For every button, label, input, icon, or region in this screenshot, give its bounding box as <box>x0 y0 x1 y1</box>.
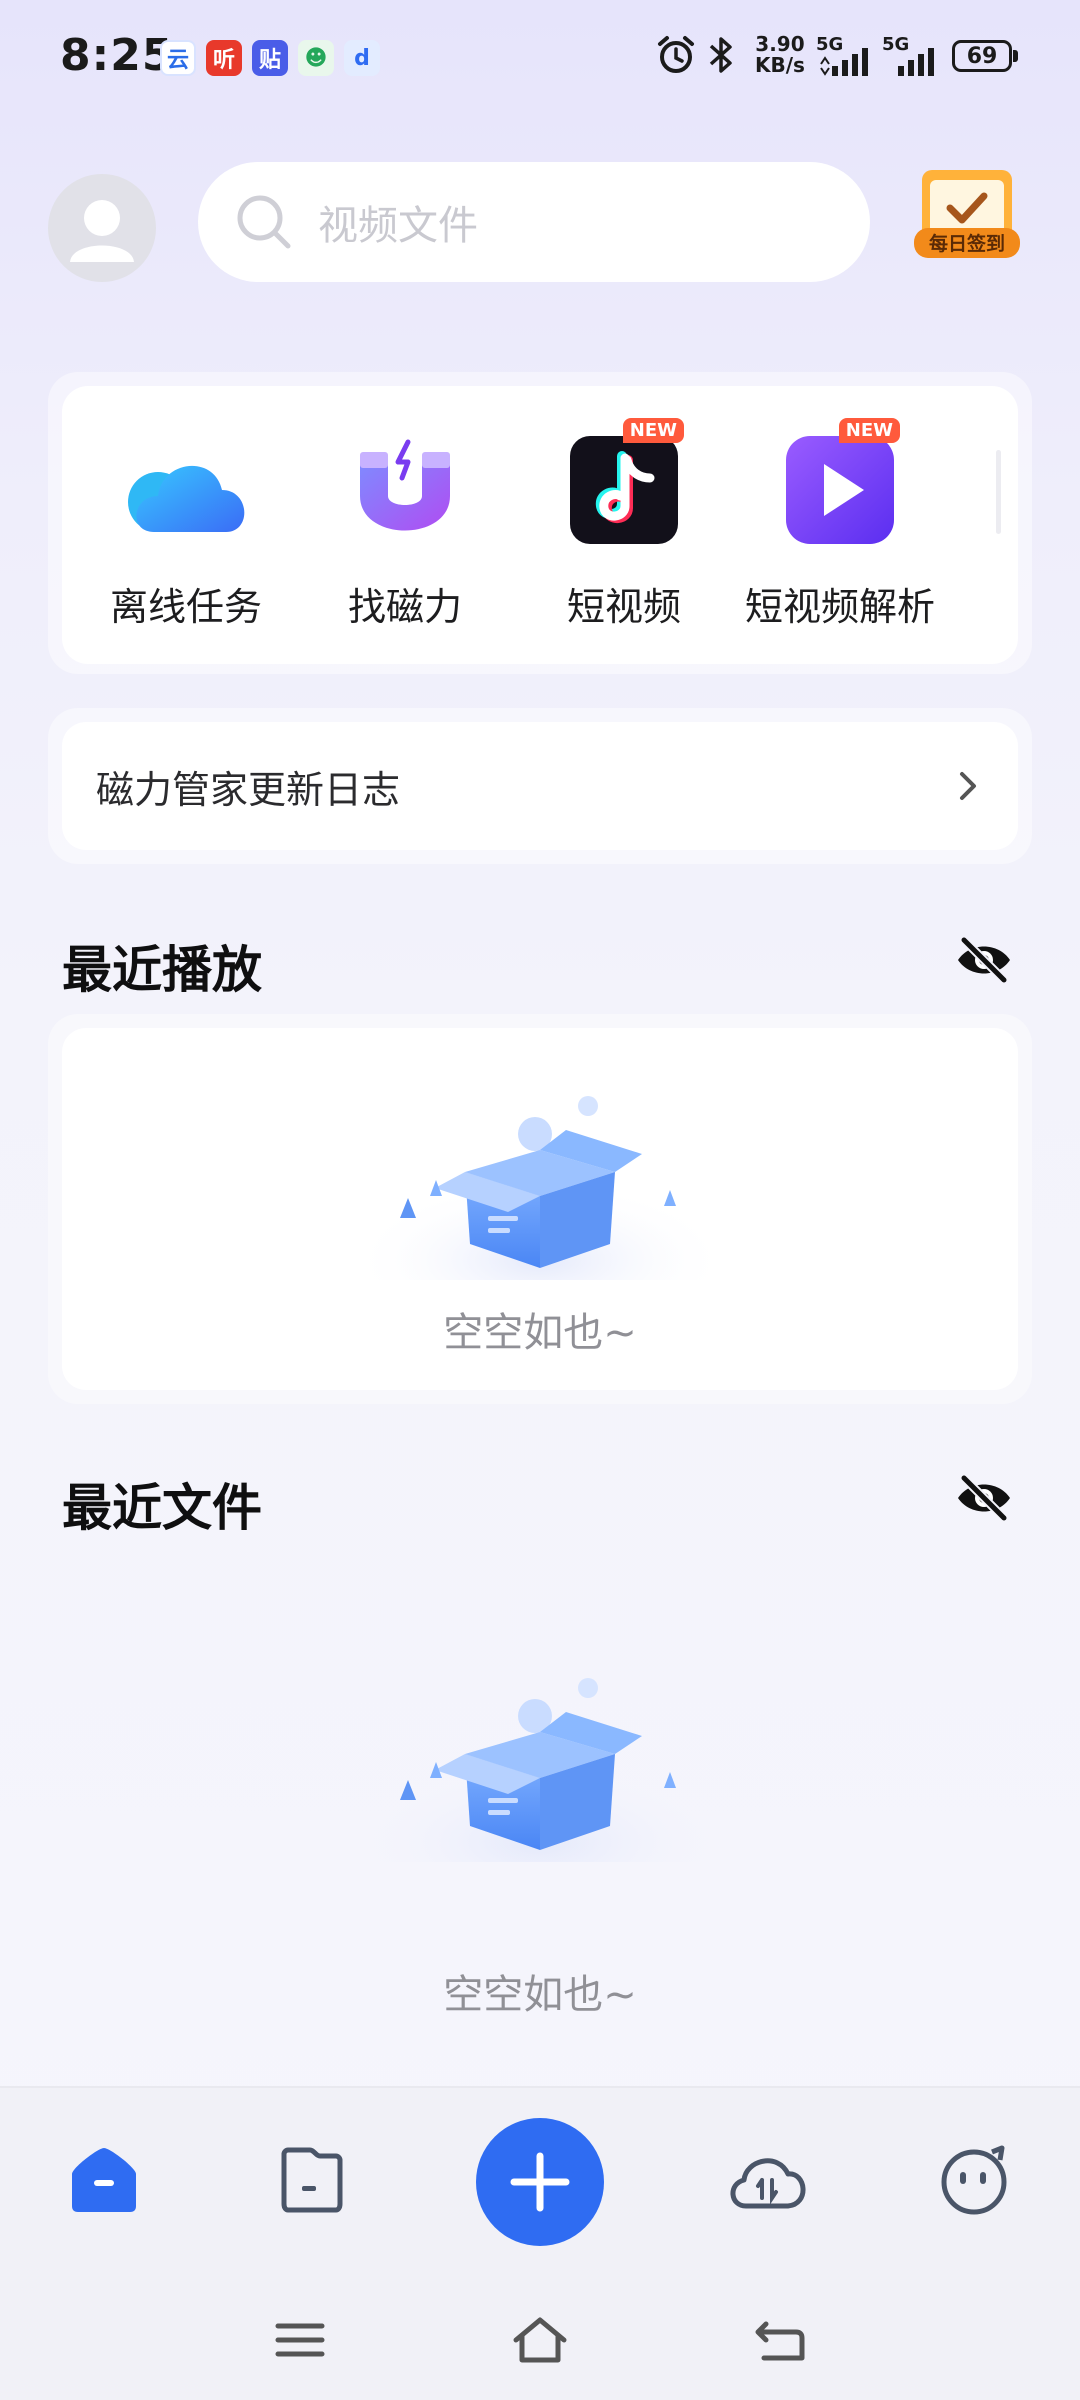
new-badge: NEW <box>622 418 684 443</box>
eye-off-icon[interactable] <box>954 1474 1014 1522</box>
cloud-transfer-icon[interactable] <box>722 2140 812 2220</box>
play-icon <box>786 436 894 544</box>
quick-action-short-video[interactable]: NEW 短视频 <box>524 418 724 631</box>
cloud-app-icon: 云 <box>160 40 196 76</box>
eye-off-icon[interactable] <box>954 936 1014 984</box>
battery-cap <box>1013 50 1018 62</box>
chevron-right-icon <box>960 772 976 800</box>
daily-checkin-button[interactable]: 每日签到 <box>912 166 1022 270</box>
bluetooth-icon <box>709 37 732 73</box>
recent-play-empty-text: 空空如也~ <box>443 1310 637 1356</box>
tieba-app-icon: 贴 <box>252 40 288 76</box>
scroll-indicator <box>996 450 1001 534</box>
back-icon[interactable] <box>750 2310 810 2370</box>
search-placeholder: 视频文件 <box>318 203 478 249</box>
empty-box-illustration <box>350 1096 730 1280</box>
iqiyi-app-icon: d <box>344 40 380 76</box>
files-icon[interactable] <box>272 2140 352 2220</box>
checkin-label: 每日签到 <box>929 232 1005 255</box>
avatar[interactable] <box>48 174 156 282</box>
search-bar[interactable]: 视频文件 <box>198 162 870 282</box>
quick-action-find-magnet[interactable]: 找磁力 <box>305 430 505 631</box>
net-speed: 3.90 KB/s <box>755 32 805 77</box>
home-nav-icon[interactable] <box>510 2310 570 2370</box>
battery-icon: 69 <box>952 40 1012 72</box>
user-icon <box>70 200 134 262</box>
menu-icon[interactable] <box>270 2310 330 2370</box>
search-icon <box>237 195 291 249</box>
profile-icon[interactable] <box>934 2140 1014 2220</box>
update-log-label: 磁力管家更新日志 <box>96 767 401 812</box>
magnet-icon <box>360 439 450 531</box>
game-app-icon: ☻ <box>298 40 334 76</box>
signal1-icon <box>820 48 868 76</box>
add-icon <box>510 2152 570 2212</box>
signal2-icon <box>898 48 934 76</box>
recent-files-title: 最近文件 <box>62 1479 262 1537</box>
empty-box-illustration <box>350 1678 730 1862</box>
recent-files-empty-text: 空空如也~ <box>443 1972 637 2018</box>
listen-app-icon: 听 <box>206 40 242 76</box>
cloud-icon <box>128 465 245 532</box>
add-button[interactable] <box>476 2118 604 2246</box>
tiktok-icon <box>570 436 678 544</box>
alarm-icon <box>658 36 694 73</box>
recent-play-title: 最近播放 <box>62 941 262 999</box>
status-time: 8:25 <box>60 30 174 81</box>
update-log-row[interactable]: 磁力管家更新日志 <box>62 722 1018 850</box>
new-badge: NEW <box>838 418 900 443</box>
home-icon[interactable] <box>64 2140 144 2220</box>
quick-action-offline-task[interactable]: 离线任务 <box>86 430 286 631</box>
status-bar: 8:25 云 听 贴 ☻ d 3.90 KB/s 5G 5G 69 <box>0 0 1080 118</box>
quick-action-video-parse[interactable]: NEW 短视频解析 <box>740 418 940 631</box>
